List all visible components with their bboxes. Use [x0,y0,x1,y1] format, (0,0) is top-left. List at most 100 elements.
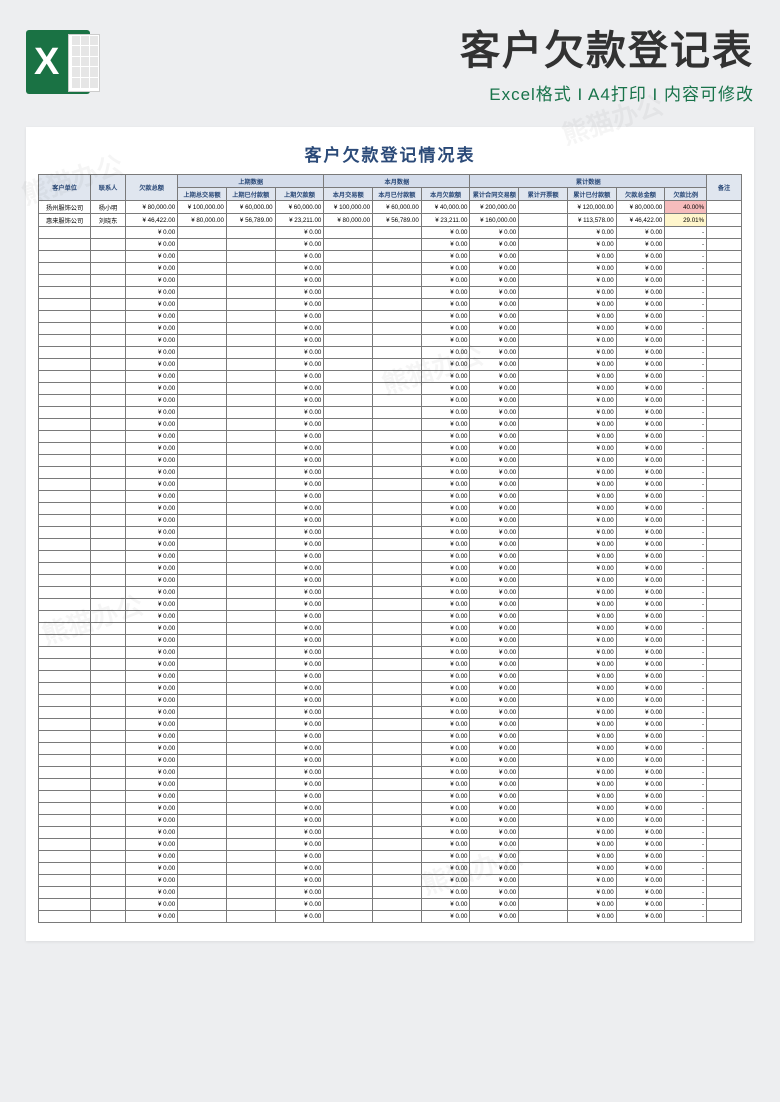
table-cell [324,263,373,275]
table-cell [178,359,227,371]
table-cell [178,707,227,719]
table-cell [178,755,227,767]
table-cell: - [665,731,707,743]
table-cell [519,335,568,347]
table-cell: ¥ 0.00 [421,671,470,683]
table-cell [226,287,275,299]
table-cell: ¥ 0.00 [567,863,616,875]
table-cell [178,659,227,671]
table-cell: ¥ 0.00 [567,671,616,683]
table-cell [91,599,126,611]
table-cell [707,563,742,575]
table-cell: ¥ 0.00 [125,491,177,503]
table-cell: ¥ 0.00 [125,707,177,719]
table-cell [226,455,275,467]
table-cell [226,791,275,803]
table-cell [39,455,91,467]
table-cell [39,551,91,563]
table-cell [519,671,568,683]
table-cell: ¥ 0.00 [616,491,665,503]
table-cell [324,419,373,431]
table-row: ¥ 0.00¥ 0.00¥ 0.00¥ 0.00¥ 0.00¥ 0.00- [39,707,742,719]
table-cell: ¥ 0.00 [125,623,177,635]
table-cell [226,779,275,791]
table-cell [707,587,742,599]
table-cell [39,635,91,647]
table-cell: ¥ 0.00 [470,623,519,635]
table-cell: ¥ 0.00 [567,383,616,395]
table-cell [178,275,227,287]
table-cell: - [665,719,707,731]
table-cell: ¥ 0.00 [421,335,470,347]
table-cell: ¥ 0.00 [275,683,324,695]
table-cell [519,791,568,803]
table-cell [91,899,126,911]
table-cell: ¥ 0.00 [567,731,616,743]
table-cell [324,479,373,491]
table-cell [707,659,742,671]
table-cell: ¥ 0.00 [616,731,665,743]
th-month-trade: 本月交易额 [324,188,373,201]
table-cell [373,779,422,791]
table-cell [519,201,568,214]
table-cell [39,443,91,455]
table-cell: ¥ 0.00 [125,323,177,335]
table-cell: ¥ 0.00 [275,287,324,299]
table-cell [707,911,742,923]
table-cell [373,407,422,419]
table-cell [39,743,91,755]
table-cell [519,899,568,911]
table-cell: - [665,827,707,839]
table-row: ¥ 0.00¥ 0.00¥ 0.00¥ 0.00¥ 0.00¥ 0.00- [39,851,742,863]
table-cell: ¥ 0.00 [567,491,616,503]
table-cell: ¥ 0.00 [421,371,470,383]
table-cell: ¥ 0.00 [470,695,519,707]
table-cell: ¥ 0.00 [567,563,616,575]
table-cell [519,214,568,227]
table-cell: ¥ 0.00 [616,743,665,755]
table-cell [707,599,742,611]
table-cell [178,287,227,299]
table-cell: - [665,323,707,335]
table-cell: ¥ 0.00 [616,467,665,479]
table-cell: ¥ 0.00 [275,659,324,671]
table-cell: ¥ 0.00 [275,419,324,431]
table-cell [226,431,275,443]
table-cell: ¥ 0.00 [125,755,177,767]
table-cell [519,875,568,887]
table-cell [324,635,373,647]
table-cell: ¥ 0.00 [470,287,519,299]
table-cell: ¥ 0.00 [567,623,616,635]
table-cell: ¥ 0.00 [567,227,616,239]
table-row: ¥ 0.00¥ 0.00¥ 0.00¥ 0.00¥ 0.00¥ 0.00- [39,407,742,419]
table-cell [226,515,275,527]
table-cell [324,839,373,851]
table-cell [324,719,373,731]
table-cell: ¥ 0.00 [421,791,470,803]
table-cell: ¥ 0.00 [616,899,665,911]
table-cell: ¥ 0.00 [616,911,665,923]
table-row: ¥ 0.00¥ 0.00¥ 0.00¥ 0.00¥ 0.00¥ 0.00- [39,251,742,263]
table-cell: ¥ 0.00 [275,467,324,479]
table-cell [324,623,373,635]
table-cell [324,731,373,743]
table-cell: ¥ 56,789.00 [373,214,422,227]
table-cell [178,395,227,407]
table-cell [324,647,373,659]
table-cell [39,611,91,623]
table-cell: ¥ 0.00 [616,287,665,299]
table-cell [707,575,742,587]
table-cell [226,539,275,551]
table-cell: ¥ 0.00 [421,287,470,299]
table-cell [324,863,373,875]
table-cell: ¥ 0.00 [421,239,470,251]
table-cell: ¥ 0.00 [421,767,470,779]
table-cell [373,419,422,431]
table-cell: - [665,623,707,635]
table-cell [373,323,422,335]
table-cell [91,659,126,671]
table-cell [178,875,227,887]
table-cell [226,587,275,599]
table-cell: ¥ 0.00 [616,635,665,647]
table-cell: - [665,503,707,515]
